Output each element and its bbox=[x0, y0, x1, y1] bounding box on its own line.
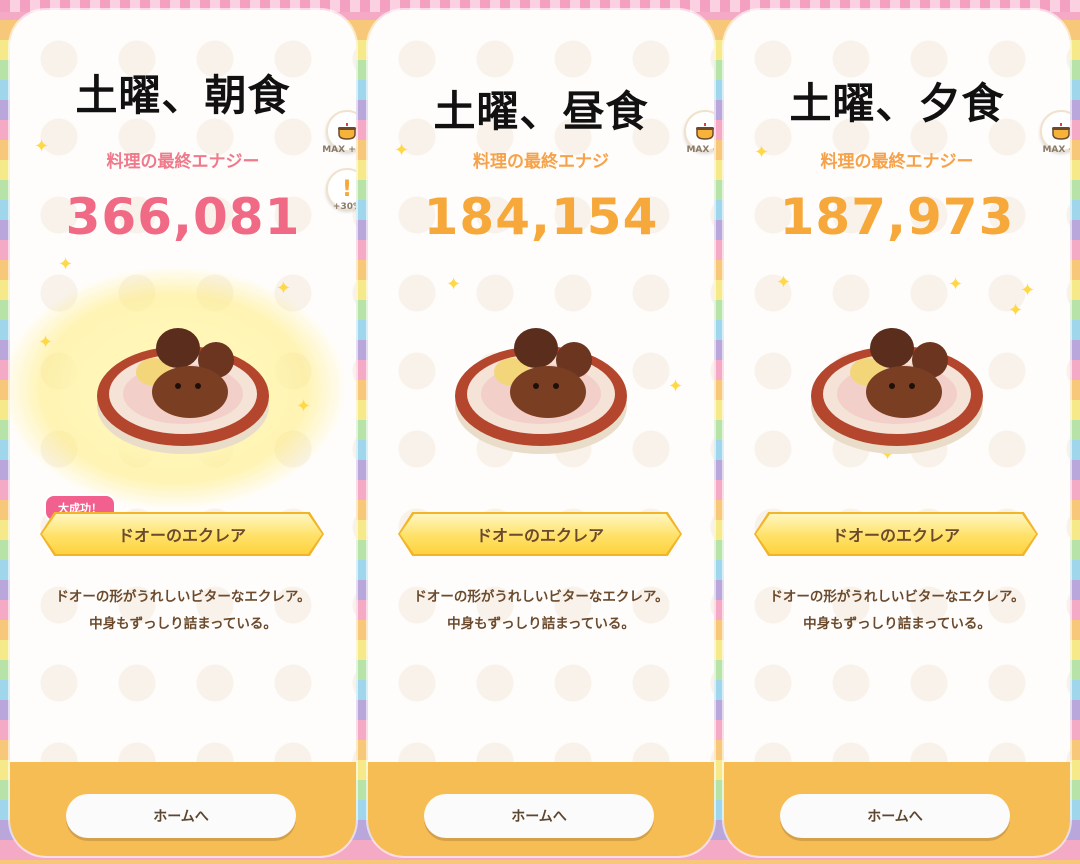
home-button[interactable]: ホームへ bbox=[424, 794, 654, 838]
result-panel-breakfast: 土曜、朝食 料理の最終エナジー 366,081 MAX +9 ! +30% ✦ … bbox=[10, 10, 356, 856]
footer-bar: ホームへ bbox=[10, 762, 356, 856]
dish-description: ドオーの形がうれしいビターなエクレア。 中身もずっしり詰まっている。 bbox=[724, 584, 1070, 638]
result-panel-dinner: 土曜、夕食 料理の最終エナジー 187,973 MAX + ✦ ✦ ✦ ✦ ✦ … bbox=[724, 10, 1070, 856]
meal-title: 土曜、朝食 bbox=[75, 71, 291, 120]
sparkle-icon: ✦ bbox=[754, 142, 770, 163]
sparkle-icon: ✦ bbox=[668, 376, 684, 397]
description-line: 中身もずっしり詰まっている。 bbox=[803, 616, 991, 632]
sparkle-icon: ✦ bbox=[276, 278, 292, 299]
home-button[interactable]: ホームへ bbox=[780, 794, 1010, 838]
exclamation-bonus-caption: +30% bbox=[332, 202, 356, 212]
footer-bar: ホームへ bbox=[724, 762, 1070, 856]
eclair-dish-image bbox=[97, 328, 269, 454]
cooking-pot-icon bbox=[338, 123, 356, 140]
pot-bonus-caption: MAX + bbox=[1042, 145, 1070, 155]
footer-bar: ホームへ bbox=[368, 762, 714, 856]
sparkle-icon: ✦ bbox=[38, 332, 54, 353]
sparkle-icon: ✦ bbox=[776, 272, 792, 293]
sparkle-icon: ✦ bbox=[394, 140, 410, 161]
cooking-pot-icon bbox=[1052, 123, 1070, 140]
sparkle-icon: ✦ bbox=[948, 274, 964, 295]
energy-label: 料理の最終エナジー bbox=[820, 152, 974, 172]
energy-label: 料理の最終エナジ bbox=[473, 152, 609, 172]
dish-description: ドオーの形がうれしいビターなエクレア。 中身もずっしり詰まっている。 bbox=[368, 584, 714, 638]
pot-bonus-caption: MAX +9 bbox=[322, 145, 356, 155]
energy-value: 366,081 bbox=[65, 188, 301, 246]
description-line: ドオーの形がうれしいビターなエクレア。 bbox=[413, 589, 669, 605]
description-line: ドオーの形がうれしいビターなエクレア。 bbox=[55, 589, 311, 605]
sparkle-icon: ✦ bbox=[446, 274, 462, 295]
sparkle-icon: ✦ bbox=[296, 396, 312, 417]
energy-value: 187,973 bbox=[779, 188, 1015, 246]
exclamation-icon: ! bbox=[341, 176, 353, 202]
description-line: 中身もずっしり詰まっている。 bbox=[89, 616, 277, 632]
description-line: ドオーの形がうれしいビターなエクレア。 bbox=[769, 589, 1025, 605]
home-button[interactable]: ホームへ bbox=[66, 794, 296, 838]
description-line: 中身もずっしり詰まっている。 bbox=[447, 616, 635, 632]
energy-value: 184,154 bbox=[423, 188, 659, 246]
dish-name: ドオーのエクレア bbox=[756, 514, 1036, 554]
cooking-pot-icon bbox=[696, 123, 714, 140]
dish-name: ドオーのエクレア bbox=[400, 514, 680, 554]
meal-title: 土曜、昼食 bbox=[433, 87, 649, 136]
dish-description: ドオーの形がうれしいビターなエクレア。 中身もずっしり詰まっている。 bbox=[10, 584, 356, 638]
eclair-dish-image bbox=[455, 328, 627, 454]
pot-bonus-caption: MAX + bbox=[686, 145, 714, 155]
sparkle-icon: ✦ bbox=[1020, 280, 1036, 301]
sparkle-icon: ✦ bbox=[34, 136, 50, 157]
dish-name: ドオーのエクレア bbox=[42, 514, 322, 554]
eclair-dish-image bbox=[811, 328, 983, 454]
sparkle-icon: ✦ bbox=[58, 254, 74, 275]
meal-title: 土曜、夕食 bbox=[789, 79, 1005, 128]
result-panel-lunch: 土曜、昼食 料理の最終エナジ 184,154 MAX + ✦ ✦ ✦ ✦ ✦ ド… bbox=[368, 10, 714, 856]
energy-label: 料理の最終エナジー bbox=[106, 152, 260, 172]
sparkle-icon: ✦ bbox=[1008, 300, 1024, 321]
